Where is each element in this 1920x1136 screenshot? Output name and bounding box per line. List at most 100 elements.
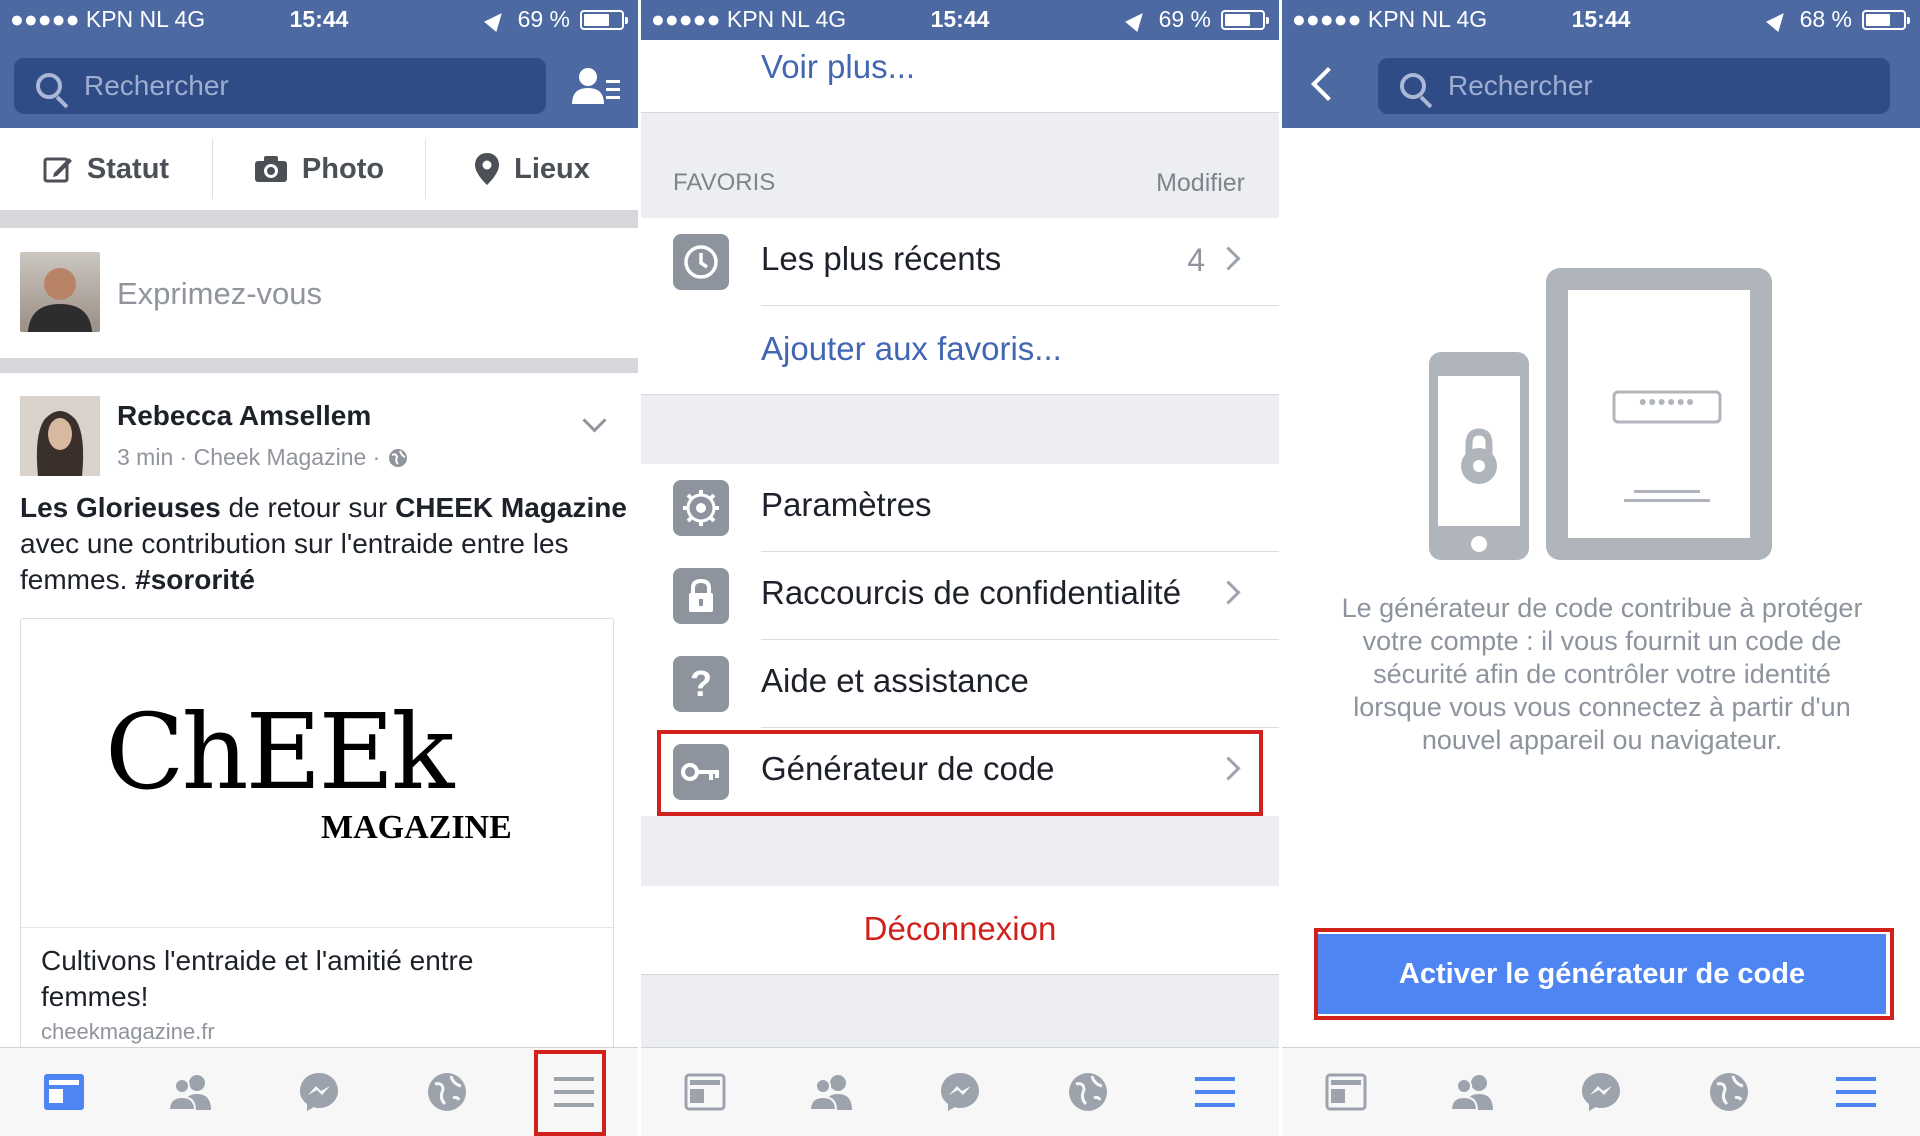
menu-icon bbox=[554, 1077, 595, 1107]
post-meta: 3 min · Cheek Magazine · bbox=[117, 444, 408, 471]
tab-messenger[interactable] bbox=[1571, 1062, 1631, 1122]
location-arrow-icon bbox=[483, 7, 508, 32]
key-icon bbox=[681, 763, 719, 781]
back-chevron-icon[interactable] bbox=[1311, 67, 1345, 101]
recent-count: 4 bbox=[1187, 242, 1205, 278]
tab-news-feed[interactable] bbox=[675, 1062, 735, 1122]
chevron-right-icon bbox=[1216, 246, 1241, 271]
code-generator-icon-wrap bbox=[673, 744, 729, 800]
composer-actions: Statut Photo Lieux bbox=[0, 128, 638, 211]
logout-button[interactable]: Déconnexion bbox=[641, 910, 1279, 948]
globe-icon bbox=[1068, 1073, 1107, 1111]
battery-icon bbox=[1221, 9, 1269, 30]
tab-friends[interactable] bbox=[161, 1062, 221, 1122]
activate-code-generator-button[interactable]: Activer le générateur de code bbox=[1318, 934, 1886, 1014]
menu-item-label: Paramètres bbox=[761, 486, 932, 523]
menu-icon bbox=[1836, 1077, 1877, 1107]
menu-item-most-recent[interactable]: Les plus récents 4 bbox=[641, 218, 1279, 306]
battery-percent: 68 % bbox=[1799, 6, 1852, 32]
add-favorites-row[interactable]: Ajouter aux favoris... bbox=[641, 306, 1279, 394]
location-arrow-icon bbox=[1124, 7, 1149, 32]
code-generator-description: Le générateur de code contribue à protég… bbox=[1341, 593, 1863, 755]
status-bar: ●●●●● KPN NL 4G 15:44 69 % bbox=[0, 0, 638, 40]
code-generator-screen: ●●●●● KPN NL 4G 15:44 68 % Rechercher ●●… bbox=[1282, 0, 1920, 1136]
tab-notifications[interactable] bbox=[417, 1062, 477, 1122]
author-avatar[interactable] bbox=[20, 396, 100, 476]
battery-icon bbox=[1862, 9, 1910, 30]
status-bar: ●●●●● KPN NL 4G 15:44 68 % bbox=[1282, 0, 1920, 40]
globe-icon bbox=[1709, 1073, 1748, 1111]
tab-friends[interactable] bbox=[1443, 1062, 1503, 1122]
search-placeholder: Rechercher bbox=[1448, 70, 1593, 101]
tab-menu[interactable] bbox=[1826, 1062, 1886, 1122]
tab-messenger[interactable] bbox=[930, 1062, 990, 1122]
composer[interactable]: Exprimez-vous bbox=[0, 228, 638, 358]
battery-percent: 69 % bbox=[517, 6, 570, 32]
privacy-icon-wrap bbox=[673, 568, 729, 624]
post-author[interactable]: Rebecca Amsellem bbox=[117, 400, 371, 432]
menu-item-code-generator[interactable]: Générateur de code bbox=[641, 728, 1279, 816]
top-navigation-bar: Rechercher bbox=[1282, 40, 1920, 128]
menu-item-privacy-shortcuts[interactable]: Raccourcis de confidentialité bbox=[641, 552, 1279, 640]
recent-icon-wrap bbox=[673, 234, 729, 290]
separator bbox=[0, 210, 638, 228]
chevron-right-icon bbox=[1216, 756, 1241, 781]
status-button[interactable]: Statut bbox=[0, 139, 213, 199]
tab-messenger[interactable] bbox=[289, 1062, 349, 1122]
search-icon bbox=[36, 73, 62, 99]
tab-menu[interactable] bbox=[1185, 1062, 1245, 1122]
search-input[interactable]: Rechercher bbox=[1378, 58, 1890, 114]
post-options-chevron-icon[interactable] bbox=[582, 408, 607, 433]
lock-icon bbox=[689, 578, 713, 612]
post-meta-text: 3 min · Cheek Magazine · bbox=[117, 444, 381, 470]
search-icon bbox=[1400, 73, 1426, 99]
logout-row[interactable]: Déconnexion bbox=[641, 886, 1279, 974]
location-pin-icon bbox=[475, 153, 500, 185]
see-more-row[interactable]: Voir plus... bbox=[641, 40, 1279, 112]
tab-notifications[interactable] bbox=[1699, 1062, 1759, 1122]
favorites-header: FAVORIS Modifier bbox=[641, 112, 1279, 220]
post-text-part: CHEEK Magazine bbox=[395, 492, 627, 523]
menu-icon bbox=[1195, 1077, 1236, 1107]
news-feed-screen: ●●●●● KPN NL 4G 15:44 69 % Rechercher St bbox=[0, 0, 638, 1136]
globe-privacy-icon bbox=[389, 448, 408, 467]
messenger-icon bbox=[940, 1073, 979, 1111]
section-gap bbox=[641, 974, 1279, 1049]
tab-news-feed[interactable] bbox=[1316, 1062, 1376, 1122]
password-field-dots: ●●●●●● bbox=[1638, 393, 1696, 409]
add-favorites-link[interactable]: Ajouter aux favoris... bbox=[761, 330, 1062, 368]
photo-label: Photo bbox=[301, 152, 385, 185]
menu-item-settings[interactable]: Paramètres bbox=[641, 464, 1279, 552]
messenger-icon bbox=[299, 1073, 338, 1111]
camera-icon bbox=[254, 156, 287, 182]
menu-item-label: Aide et assistance bbox=[761, 662, 1029, 699]
author-photo bbox=[36, 411, 84, 476]
chevron-right-icon bbox=[1216, 580, 1241, 605]
search-input[interactable]: Rechercher bbox=[14, 58, 546, 114]
news-feed-icon bbox=[43, 1074, 84, 1110]
see-more-link[interactable]: Voir plus... bbox=[761, 48, 915, 86]
post-text-part: de retour sur bbox=[220, 492, 396, 523]
friend-requests-icon[interactable] bbox=[570, 66, 622, 106]
news-feed-icon bbox=[1325, 1073, 1367, 1111]
status-label: Statut bbox=[86, 152, 170, 185]
bottom-tab-bar bbox=[0, 1047, 638, 1136]
menu-item-label: Générateur de code bbox=[761, 750, 1055, 787]
user-avatar bbox=[20, 252, 100, 332]
gear-icon bbox=[683, 490, 719, 526]
logo-sub-text: MAGAZINE bbox=[321, 809, 512, 846]
hashtag-link[interactable]: #sororité bbox=[135, 564, 255, 595]
messenger-icon bbox=[1581, 1073, 1620, 1111]
places-button[interactable]: Lieux bbox=[426, 139, 638, 199]
globe-icon bbox=[427, 1073, 466, 1111]
photo-button[interactable]: Photo bbox=[213, 139, 426, 199]
news-feed-icon bbox=[684, 1073, 726, 1111]
tab-notifications[interactable] bbox=[1058, 1062, 1118, 1122]
menu-item-label: Les plus récents bbox=[761, 240, 1002, 277]
tab-friends[interactable] bbox=[802, 1062, 862, 1122]
tab-news-feed[interactable] bbox=[34, 1062, 94, 1122]
post-text-part: Les Glorieuses bbox=[20, 492, 221, 523]
edit-favorites-button[interactable]: Modifier bbox=[1156, 169, 1245, 198]
tab-menu[interactable] bbox=[544, 1062, 604, 1122]
menu-item-help[interactable]: ? Aide et assistance bbox=[641, 640, 1279, 728]
